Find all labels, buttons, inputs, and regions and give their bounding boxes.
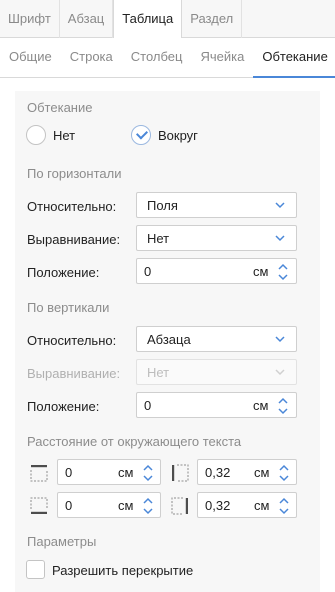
margin-top-icon [30,465,48,482]
margin-right-spinner[interactable]: 0,32 см [197,492,297,518]
tab-section[interactable]: Раздел [182,0,243,38]
allow-overlap-checkbox[interactable] [26,560,45,579]
margin-top-value[interactable]: 0 [65,465,72,480]
horizontal-relative-value: Поля [147,198,178,213]
wrap-none-radio[interactable] [26,125,46,145]
tab-row[interactable]: Строка [61,38,122,78]
tab-table[interactable]: Таблица [113,0,183,39]
spinner-arrows-icon[interactable] [278,462,290,484]
horizontal-relative-select[interactable]: Поля [136,192,297,218]
wrap-none-label[interactable]: Нет [53,128,75,143]
allow-overlap-label[interactable]: Разрешить перекрытие [52,563,193,578]
vertical-position-label: Положение: [27,399,100,414]
tab-font[interactable]: Шрифт [0,0,60,38]
unit-label: см [253,264,269,279]
vertical-section-title: По вертикали [27,300,110,315]
vertical-align-value: Нет [147,365,170,380]
spinner-arrows-icon[interactable] [142,462,154,484]
margin-left-spinner[interactable]: 0,32 см [197,459,297,485]
horizontal-position-value[interactable]: 0 [144,264,151,279]
horizontal-relative-label: Относительно: [27,199,117,214]
margin-bottom-icon [30,497,48,514]
horizontal-position-label: Положение: [27,265,100,280]
spinner-arrows-icon[interactable] [142,495,154,517]
margin-left-value[interactable]: 0,32 [205,465,230,480]
tab-cell[interactable]: Ячейка [191,38,253,78]
chevron-down-icon [275,235,285,242]
vertical-position-value[interactable]: 0 [144,398,151,413]
horizontal-align-select[interactable]: Нет [136,225,297,251]
chevron-down-icon [275,202,285,209]
spinner-arrows-icon[interactable] [278,495,290,517]
wrap-around-label[interactable]: Вокруг [158,128,198,143]
vertical-align-select: Нет [136,359,297,385]
chevron-down-icon [275,336,285,343]
margin-right-icon [171,497,188,515]
spinner-arrows-icon[interactable] [277,395,289,417]
tab-wrapping[interactable]: Обтекание [253,38,335,78]
unit-label: см [254,465,270,480]
wrapping-section-title: Обтекание [27,100,93,115]
horizontal-align-value: Нет [147,231,170,246]
vertical-relative-select[interactable]: Абзаца [136,326,297,352]
margin-bottom-value[interactable]: 0 [65,498,72,513]
horizontal-position-spinner[interactable]: 0 см [136,258,297,284]
chevron-down-icon [275,369,285,376]
top-tab-bar: Шрифт Абзац Таблица Раздел [0,0,335,39]
wrap-around-radio[interactable] [131,125,151,145]
spinner-arrows-icon[interactable] [277,261,289,283]
sub-tab-bar: Общие Строка Столбец Ячейка Обтекание [0,38,335,78]
unit-label: см [254,498,270,513]
tab-general[interactable]: Общие [0,38,61,78]
margin-left-icon [172,464,189,482]
tab-column[interactable]: Столбец [122,38,192,78]
horizontal-section-title: По горизонтали [27,166,122,181]
unit-label: см [118,498,134,513]
vertical-align-label: Выравнивание: [27,366,121,381]
distance-section-title: Расстояние от окружающего текста [27,434,242,449]
margin-top-spinner[interactable]: 0 см [57,459,161,485]
vertical-relative-label: Относительно: [27,333,117,348]
horizontal-align-label: Выравнивание: [27,232,121,247]
unit-label: см [118,465,134,480]
tab-paragraph[interactable]: Абзац [60,0,114,38]
margin-bottom-spinner[interactable]: 0 см [57,492,161,518]
margin-right-value[interactable]: 0,32 [205,498,230,513]
wrapping-settings-panel: Обтекание Нет Вокруг По горизонтали Отно… [15,91,320,592]
unit-label: см [253,398,269,413]
vertical-relative-value: Абзаца [147,332,191,347]
params-section-title: Параметры [27,534,97,549]
vertical-position-spinner[interactable]: 0 см [136,392,297,418]
